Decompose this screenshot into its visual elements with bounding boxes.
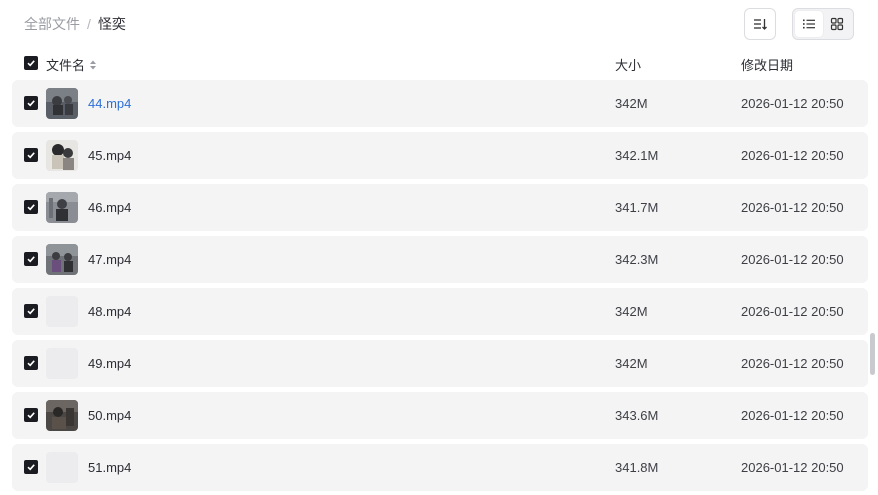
sort-button[interactable] <box>744 8 776 40</box>
file-row[interactable]: 44.mp4 342M 2026-01-12 20:50 <box>12 80 868 127</box>
file-size: 342M <box>615 96 648 111</box>
file-size: 341.7M <box>615 200 659 215</box>
file-list: 44.mp4 342M 2026-01-12 20:50 45.mp4 342.1M 20… <box>12 80 868 495</box>
view-toggle <box>792 8 854 40</box>
video-thumbnail <box>46 192 78 223</box>
check-icon <box>27 60 35 67</box>
check-icon <box>27 360 35 367</box>
file-date: 2026-01-12 20:50 <box>741 460 844 475</box>
row-checkbox[interactable] <box>24 460 38 474</box>
file-name[interactable]: 48.mp4 <box>88 304 131 320</box>
check-icon <box>27 308 35 315</box>
grid-view-button[interactable] <box>823 11 851 37</box>
file-row[interactable]: 50.mp4 343.6M 2026-01-12 20:50 <box>12 392 868 439</box>
row-checkbox[interactable] <box>24 356 38 370</box>
column-header-date[interactable]: 修改日期 <box>741 55 793 74</box>
check-icon <box>27 100 35 107</box>
row-checkbox[interactable] <box>24 200 38 214</box>
check-icon <box>27 152 35 159</box>
file-date: 2026-01-12 20:50 <box>741 96 844 111</box>
file-date: 2026-01-12 20:50 <box>741 356 844 371</box>
sort-icon <box>754 19 767 30</box>
breadcrumb: 全部文件 / 怪奕 <box>24 15 126 33</box>
check-icon <box>27 256 35 263</box>
thumbnail-placeholder <box>46 296 78 327</box>
row-checkbox[interactable] <box>24 252 38 266</box>
table-header: 文件名 大小 修改日期 <box>0 52 878 76</box>
grid-view-icon <box>830 17 844 31</box>
file-row[interactable]: 49.mp4 342M 2026-01-12 20:50 <box>12 340 868 387</box>
thumbnail-placeholder <box>46 452 78 483</box>
file-row[interactable]: 47.mp4 342.3M 2026-01-12 20:50 <box>12 236 868 283</box>
column-header-name-label: 文件名 <box>46 58 86 73</box>
check-icon <box>27 464 35 471</box>
file-size: 343.6M <box>615 408 659 423</box>
video-thumbnail <box>46 88 78 119</box>
file-row[interactable]: 46.mp4 341.7M 2026-01-12 20:50 <box>12 184 868 231</box>
file-date: 2026-01-12 20:50 <box>741 304 844 319</box>
scrollbar-thumb[interactable] <box>870 333 875 375</box>
file-name[interactable]: 45.mp4 <box>88 148 131 164</box>
row-checkbox[interactable] <box>24 408 38 422</box>
file-row[interactable]: 45.mp4 342.1M 2026-01-12 20:50 <box>12 132 868 179</box>
check-icon <box>27 204 35 211</box>
file-size: 341.8M <box>615 460 659 475</box>
file-date: 2026-01-12 20:50 <box>741 148 844 163</box>
video-thumbnail <box>46 140 78 171</box>
file-row[interactable]: 48.mp4 342M 2026-01-12 20:50 <box>12 288 868 335</box>
row-checkbox[interactable] <box>24 96 38 110</box>
column-header-size[interactable]: 大小 <box>615 55 641 74</box>
list-view-icon <box>803 19 815 29</box>
row-checkbox[interactable] <box>24 148 38 162</box>
toolbar: 全部文件 / 怪奕 <box>0 0 878 48</box>
video-thumbnail <box>46 400 78 431</box>
file-size: 342.1M <box>615 148 659 163</box>
list-view-button[interactable] <box>795 11 823 37</box>
check-icon <box>27 412 35 419</box>
column-header-name[interactable]: 文件名 <box>46 55 98 74</box>
file-date: 2026-01-12 20:50 <box>741 252 844 267</box>
breadcrumb-separator: / <box>87 16 91 32</box>
video-thumbnail <box>46 244 78 275</box>
breadcrumb-current: 怪奕 <box>97 16 126 32</box>
file-name[interactable]: 46.mp4 <box>88 200 131 216</box>
file-date: 2026-01-12 20:50 <box>741 200 844 215</box>
thumbnail-placeholder <box>46 348 78 379</box>
file-size: 342M <box>615 304 648 319</box>
row-checkbox[interactable] <box>24 304 38 318</box>
breadcrumb-root[interactable]: 全部文件 <box>24 15 80 33</box>
file-size: 342.3M <box>615 252 659 267</box>
file-name[interactable]: 44.mp4 <box>88 96 131 112</box>
select-all-checkbox[interactable] <box>24 56 38 70</box>
file-date: 2026-01-12 20:50 <box>741 408 844 423</box>
file-row[interactable]: 51.mp4 341.8M 2026-01-12 20:50 <box>12 444 868 491</box>
sort-toggle-icon <box>90 60 97 69</box>
file-name[interactable]: 50.mp4 <box>88 408 131 424</box>
file-name[interactable]: 49.mp4 <box>88 356 131 372</box>
file-name[interactable]: 47.mp4 <box>88 252 131 268</box>
file-size: 342M <box>615 356 648 371</box>
file-name[interactable]: 51.mp4 <box>88 460 131 476</box>
